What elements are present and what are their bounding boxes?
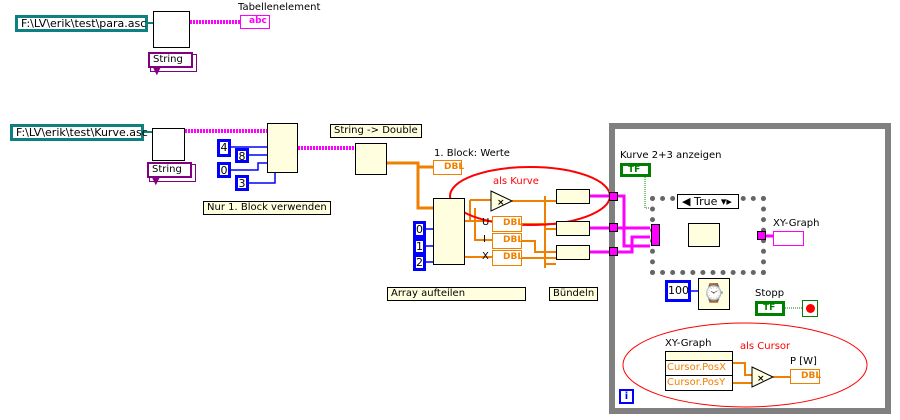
array-subset-node[interactable]	[267, 123, 298, 173]
annotation-curve: als Kurve	[493, 176, 539, 187]
prop-posx[interactable]: Cursor.PosX	[666, 361, 732, 376]
const-8[interactable]: 8	[235, 148, 249, 163]
wait-constant[interactable]: 100	[665, 280, 691, 302]
read-spreadsheet-node[interactable]	[153, 11, 190, 48]
const-4[interactable]: 4	[217, 139, 231, 157]
index-array-node[interactable]	[433, 198, 465, 265]
chevron-down-icon: ▼	[153, 66, 161, 77]
stop-condition[interactable]	[802, 300, 818, 317]
loop-tunnel	[609, 223, 618, 232]
stop-label: Stopp	[755, 288, 785, 299]
toggle-terminal[interactable]: TF	[620, 163, 651, 177]
toggle-label: Kurve 2+3 anzeigen	[620, 150, 722, 161]
type-value: String	[152, 164, 182, 175]
bundle-node[interactable]	[556, 245, 590, 260]
block-indicator[interactable]: DBL	[433, 160, 464, 175]
svg-text:×: ×	[497, 198, 505, 208]
x-label: X	[482, 251, 489, 262]
build-array-node[interactable]	[688, 223, 720, 247]
comment-split: Array aufteilen	[387, 287, 526, 301]
prop-posy[interactable]: Cursor.PosY	[666, 376, 732, 390]
case-tunnel	[757, 231, 766, 240]
graph-label: XY-Graph	[773, 218, 820, 229]
loop-tunnel	[609, 192, 618, 201]
para-path-constant[interactable]: F:\LV\erik\test\para.asc	[15, 15, 148, 32]
curve-path-constant[interactable]: F:\LV\erik\test\Kurve.asc	[10, 124, 148, 141]
block-label: 1. Block: Werte	[434, 148, 510, 159]
watch-icon: ⌚	[702, 283, 726, 304]
property-node-label: XY-Graph	[665, 338, 712, 349]
u-indicator[interactable]: DBL	[492, 216, 523, 232]
const-0[interactable]: 0	[217, 162, 231, 178]
comment-first-block: Nur 1. Block verwenden	[203, 201, 331, 215]
i-indicator[interactable]: DBL	[492, 233, 523, 249]
index-2[interactable]: 2	[413, 254, 426, 271]
chevron-down-icon: ▼	[152, 176, 160, 187]
bundle-node[interactable]	[556, 221, 590, 236]
stop-terminal[interactable]: TF	[755, 301, 785, 316]
const-3[interactable]: 3	[235, 175, 249, 191]
loop-tunnel	[609, 247, 618, 256]
xy-graph-terminal[interactable]	[773, 231, 804, 246]
power-indicator[interactable]: DBL	[790, 369, 821, 384]
wait-node[interactable]: ⌚	[698, 278, 730, 310]
type-value: String	[153, 54, 183, 65]
x-indicator[interactable]: DBL	[492, 250, 523, 266]
spreadsheet-to-array-node[interactable]	[355, 143, 387, 175]
index-1[interactable]: 1	[413, 238, 426, 255]
case-tunnel	[651, 224, 660, 246]
comment-bundle: Bündeln	[549, 287, 599, 301]
type-selector[interactable]: String ▼	[147, 162, 192, 187]
string-indicator[interactable]: abc	[240, 15, 270, 29]
u-label: U	[482, 217, 490, 228]
read-spreadsheet-node[interactable]	[152, 128, 185, 161]
stop-icon	[806, 304, 815, 313]
property-node[interactable]: Cursor.PosX Cursor.PosY	[665, 351, 733, 391]
bundle-node[interactable]	[556, 189, 590, 204]
index-0[interactable]: 0	[413, 221, 426, 238]
indicator-label: Tabellenelement	[238, 2, 321, 13]
power-label: P [W]	[790, 356, 817, 367]
double-wires	[387, 161, 433, 210]
annotation-cursor: als Cursor	[740, 341, 791, 352]
case-selector[interactable]: ◀ True ▾▸	[677, 194, 739, 209]
iteration-terminal: i	[619, 389, 634, 404]
block-diagram: × × F:\LV\erik\test\para.asc String ▼ Ta…	[0, 0, 900, 420]
case-value: True	[693, 195, 718, 208]
type-selector[interactable]: String ▼	[148, 52, 193, 77]
comment-string-double: String -> Double	[330, 124, 422, 138]
i-label: I	[483, 234, 486, 245]
